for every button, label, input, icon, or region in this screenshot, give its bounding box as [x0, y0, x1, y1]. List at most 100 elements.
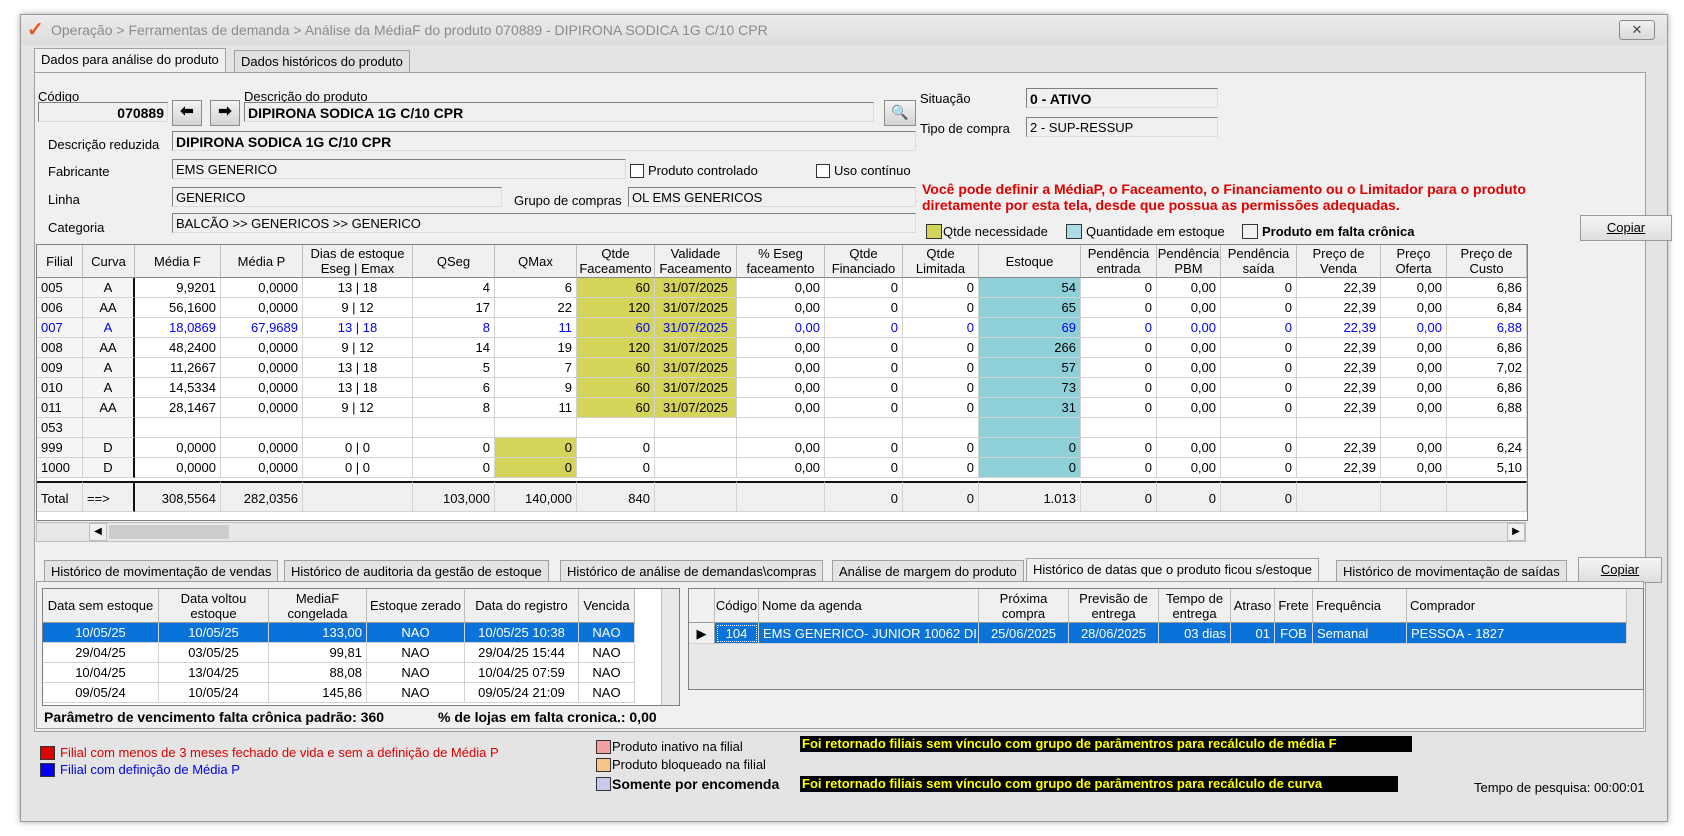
grid-cell[interactable]: 0 — [825, 378, 903, 398]
grid-cell[interactable]: 13 | 18 — [303, 358, 413, 378]
grid-cell[interactable]: 60 — [577, 398, 655, 418]
copiar-top-button[interactable]: Copiar — [1580, 215, 1672, 241]
grid-cell[interactable]: 22,39 — [1297, 318, 1381, 338]
grid-cell[interactable]: 0 | 0 — [303, 438, 413, 458]
scroll-right-icon[interactable]: ▶ — [1507, 523, 1525, 541]
copiar-bottom-button[interactable]: Copiar — [1578, 557, 1662, 583]
stock-history-cell[interactable]: 09/05/24 21:09 — [465, 683, 579, 703]
grid-cell[interactable]: 0,00 — [1157, 358, 1221, 378]
grid-cell[interactable]: 22,39 — [1297, 278, 1381, 298]
grid-cell[interactable] — [1447, 418, 1527, 438]
grid-cell[interactable]: 0,00 — [1157, 338, 1221, 358]
agenda-cell[interactable]: FOB — [1275, 623, 1313, 644]
descricao-reduzida-field[interactable]: DIPIRONA SODICA 1G C/10 CPR — [172, 131, 916, 151]
grid-cell[interactable]: 6,88 — [1447, 398, 1527, 418]
grid-cell[interactable]: 0,0000 — [221, 338, 303, 358]
stock-col-header[interactable]: Data sem estoque — [43, 589, 159, 623]
stock-history-cell[interactable]: NAO — [579, 683, 635, 703]
grid-cell[interactable]: 0 — [903, 398, 979, 418]
grid-cell[interactable]: 7,02 — [1447, 358, 1527, 378]
agenda-col-header[interactable]: Previsão de entrega — [1069, 589, 1159, 623]
grid-cell[interactable] — [825, 418, 903, 438]
grid-cell[interactable]: 60 — [577, 278, 655, 298]
grid-cell[interactable]: 57 — [979, 358, 1081, 378]
grid-cell[interactable] — [1081, 418, 1157, 438]
agenda-col-header[interactable]: Comprador — [1407, 589, 1627, 623]
agenda-col-header[interactable]: Nome da agenda — [759, 589, 979, 623]
grid-cell[interactable]: 0 — [577, 458, 655, 478]
grid-cell[interactable]: 11 — [495, 398, 577, 418]
grid-cell[interactable]: 9 — [495, 378, 577, 398]
grid-cell[interactable]: 0,00 — [1381, 378, 1447, 398]
agenda-cell[interactable]: 25/06/2025 — [979, 623, 1069, 644]
grid-cell[interactable]: 0 — [1081, 398, 1157, 418]
grid-cell[interactable] — [1527, 418, 1528, 438]
grid-cell[interactable]: 22,39 — [1297, 438, 1381, 458]
grid-cell[interactable]: 0,00 — [1381, 438, 1447, 458]
grid-cell[interactable]: 0,00 — [737, 318, 825, 338]
grid-cell[interactable] — [135, 418, 221, 438]
grid-cell[interactable]: 6,86 — [1447, 338, 1527, 358]
col-header-media-f[interactable]: Média F — [135, 245, 221, 278]
grid-cell[interactable]: 11 — [495, 318, 577, 338]
grid-cell[interactable]: A — [83, 358, 135, 378]
grid-cell[interactable]: 22 — [495, 298, 577, 318]
grid-cell[interactable]: 67,9689 — [221, 318, 303, 338]
stock-col-header[interactable]: Vencida — [579, 589, 635, 623]
col-header-preco-venda[interactable]: Preço de Venda — [1297, 245, 1381, 278]
grid-cell[interactable]: 0 — [1221, 358, 1297, 378]
grid-cell[interactable]: 0 | 0 — [303, 458, 413, 478]
grid-cell[interactable]: 0 — [1081, 438, 1157, 458]
col-header-media-p[interactable]: Média P — [221, 245, 303, 278]
col-header-qtde-faceamento[interactable]: Qtde Faceamento — [577, 245, 655, 278]
grid-cell[interactable]: 31/07/2025 — [655, 378, 737, 398]
grid-cell[interactable]: 7 — [495, 358, 577, 378]
grid-cell[interactable] — [1381, 418, 1447, 438]
grid-cell[interactable]: 0 — [825, 318, 903, 338]
agenda-cell[interactable]: PESSOA - 1827 — [1407, 623, 1627, 644]
grid-cell[interactable] — [1297, 418, 1381, 438]
grid-cell[interactable]: 0 — [1221, 318, 1297, 338]
grid-cell[interactable]: 0,0000 — [221, 438, 303, 458]
grid-cell[interactable]: D — [83, 458, 135, 478]
grid-cell[interactable]: 22,39 — [1297, 338, 1381, 358]
grid-cell[interactable]: 0,00 — [1157, 458, 1221, 478]
grid-cell[interactable]: AA — [83, 398, 135, 418]
bottom-tab-saidas[interactable]: Histórico de movimentação de saídas — [1336, 560, 1567, 583]
grid-cell[interactable]: 0,00 — [737, 458, 825, 478]
grid-cell[interactable]: 0 — [1221, 438, 1297, 458]
col-header-pendencia-saida[interactable]: Pendência saída — [1221, 245, 1297, 278]
grid-cell[interactable] — [737, 418, 825, 438]
stock-history-cell[interactable]: NAO — [579, 663, 635, 683]
grid-cell[interactable]: 18,0869 — [135, 318, 221, 338]
grid-cell[interactable]: 0 — [1081, 378, 1157, 398]
grid-cell[interactable]: 9,9201 — [135, 278, 221, 298]
grid-cell[interactable]: 0,0000 — [221, 278, 303, 298]
agenda-cell[interactable]: 28/06/2025 — [1069, 623, 1159, 644]
stock-history-cell[interactable]: 29/04/25 15:44 — [465, 643, 579, 663]
grid-cell[interactable]: 6 — [413, 378, 495, 398]
grid-cell[interactable]: 266 — [979, 338, 1081, 358]
col-header-estoque[interactable]: Estoque — [979, 245, 1081, 278]
descricao-field[interactable]: DIPIRONA SODICA 1G C/10 CPR — [244, 102, 874, 122]
stock-history-cell[interactable]: NAO — [367, 663, 465, 683]
grid-cell[interactable]: 0,00 — [1381, 458, 1447, 478]
grid-cell[interactable]: 0 — [825, 458, 903, 478]
grid-cell[interactable]: 0 — [903, 378, 979, 398]
grid-cell[interactable]: 0,00 — [1157, 438, 1221, 458]
grid-cell[interactable] — [413, 418, 495, 438]
col-header-custo-medio[interactable]: Custo Médio — [1527, 245, 1528, 278]
grid-cell[interactable]: 0,0000 — [221, 378, 303, 398]
grid-cell[interactable]: 0,00 — [1381, 298, 1447, 318]
stock-history-cell[interactable]: NAO — [367, 623, 465, 643]
stock-history-cell[interactable]: 10/05/24 — [159, 683, 269, 703]
stock-history-cell[interactable]: NAO — [367, 643, 465, 663]
stock-history-cell[interactable]: 10/04/25 07:59 — [465, 663, 579, 683]
agenda-cell[interactable]: 01 — [1231, 623, 1275, 644]
agenda-cell[interactable]: 104 — [715, 623, 759, 644]
produto-controlado-checkbox[interactable] — [630, 164, 644, 178]
stock-history-cell[interactable]: 10/05/25 10:38 — [465, 623, 579, 643]
grid-cell[interactable]: 0 — [413, 438, 495, 458]
grid-cell[interactable]: 008 — [37, 338, 83, 358]
grid-cell[interactable]: 0 — [1081, 318, 1157, 338]
